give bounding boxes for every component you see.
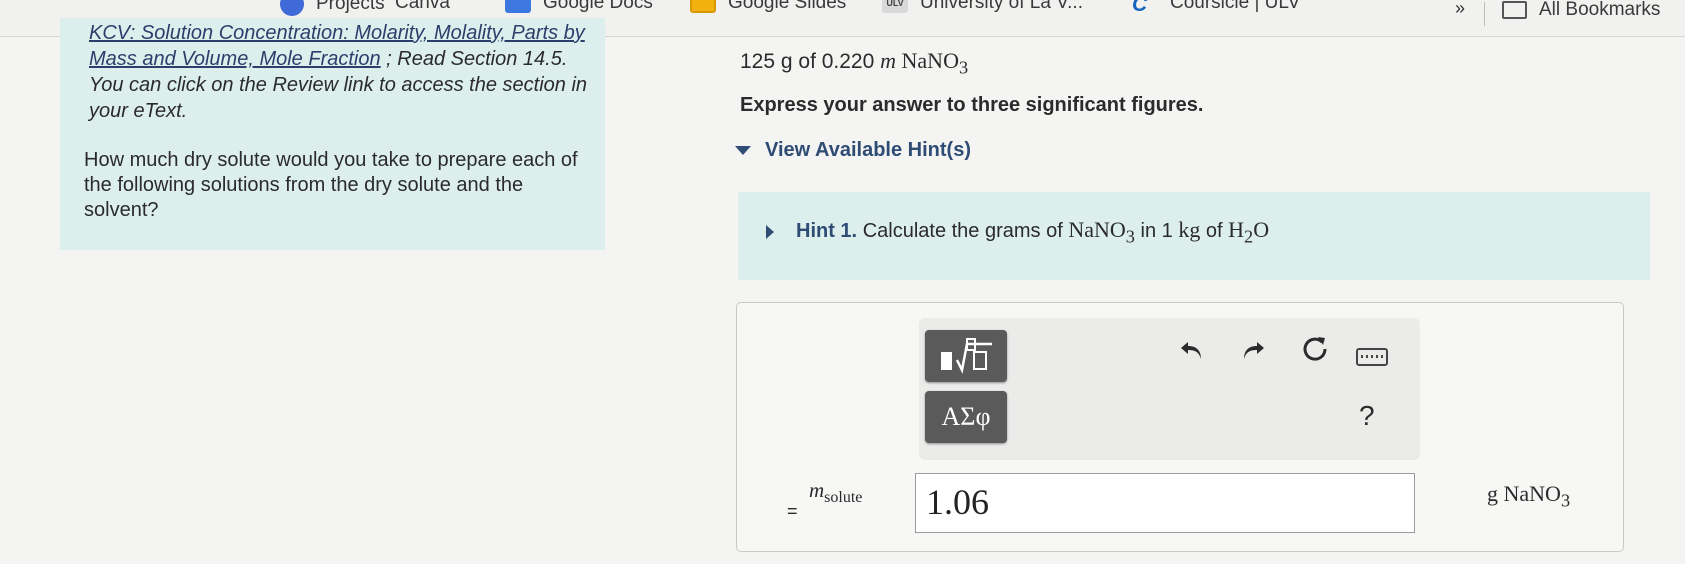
compound: NaNO — [901, 48, 959, 73]
bookmark-canva[interactable]: Canva — [395, 0, 450, 14]
caret-right-icon — [766, 225, 774, 240]
projects-icon — [280, 0, 304, 16]
problem-statement: 125 g of 0.220 m NaNO3 — [740, 48, 969, 78]
google-slides-icon — [690, 0, 716, 13]
bookmark-google-docs[interactable]: Google Docs — [505, 0, 653, 14]
bookmarks-divider — [1484, 2, 1485, 26]
keyboard-icon[interactable] — [1356, 348, 1388, 366]
view-hints-toggle[interactable]: View Available Hint(s) — [735, 139, 971, 162]
answer-input[interactable]: 1.06 — [915, 473, 1415, 533]
templates-button[interactable] — [925, 330, 1007, 382]
all-bookmarks-button[interactable]: All Bookmarks — [1502, 0, 1660, 21]
redo-icon[interactable] — [1239, 336, 1267, 372]
caret-down-icon — [735, 146, 751, 155]
answer-area: ΑΣφ ? msolute = 1.06 g NaNO3 — [736, 302, 1624, 552]
molality-unit: m — [880, 48, 897, 73]
bookmark-coursicle[interactable]: C Coursicle | ULV — [1132, 0, 1300, 16]
bookmark-google-slides[interactable]: Google Slides — [690, 0, 846, 14]
google-docs-icon — [505, 0, 531, 13]
intro-panel: KCV: Solution Concentration: Molarity, M… — [60, 18, 605, 250]
help-button[interactable]: ? — [1359, 400, 1375, 432]
hint-1[interactable]: Hint 1. Calculate the grams of NaNO3 in … — [766, 217, 1269, 247]
review-reference: KCV: Solution Concentration: Molarity, M… — [89, 20, 589, 124]
greek-symbols-button[interactable]: ΑΣφ — [925, 391, 1007, 443]
math-toolbar: ΑΣφ ? — [919, 318, 1420, 460]
more-bookmarks-chevron-icon[interactable]: » — [1455, 0, 1465, 19]
coursicle-icon: C — [1132, 0, 1148, 16]
undo-icon[interactable] — [1178, 336, 1206, 372]
bookmark-ulv[interactable]: ULV University of La V... — [882, 0, 1083, 14]
hint-panel: Hint 1. Calculate the grams of NaNO3 in … — [738, 192, 1650, 280]
folder-icon — [1502, 1, 1527, 19]
answer-unit: g NaNO3 — [1487, 481, 1571, 511]
variable-label: msolute — [809, 478, 863, 507]
fraction-root-icon — [941, 338, 992, 374]
equals-sign: = — [787, 501, 798, 521]
bookmark-projects[interactable]: Projects — [280, 0, 385, 16]
ulv-icon: ULV — [882, 0, 908, 13]
question-text: How much dry solute would you take to pr… — [84, 149, 578, 221]
reset-icon[interactable] — [1300, 334, 1330, 372]
sig-fig-instruction: Express your answer to three significant… — [740, 94, 1204, 116]
